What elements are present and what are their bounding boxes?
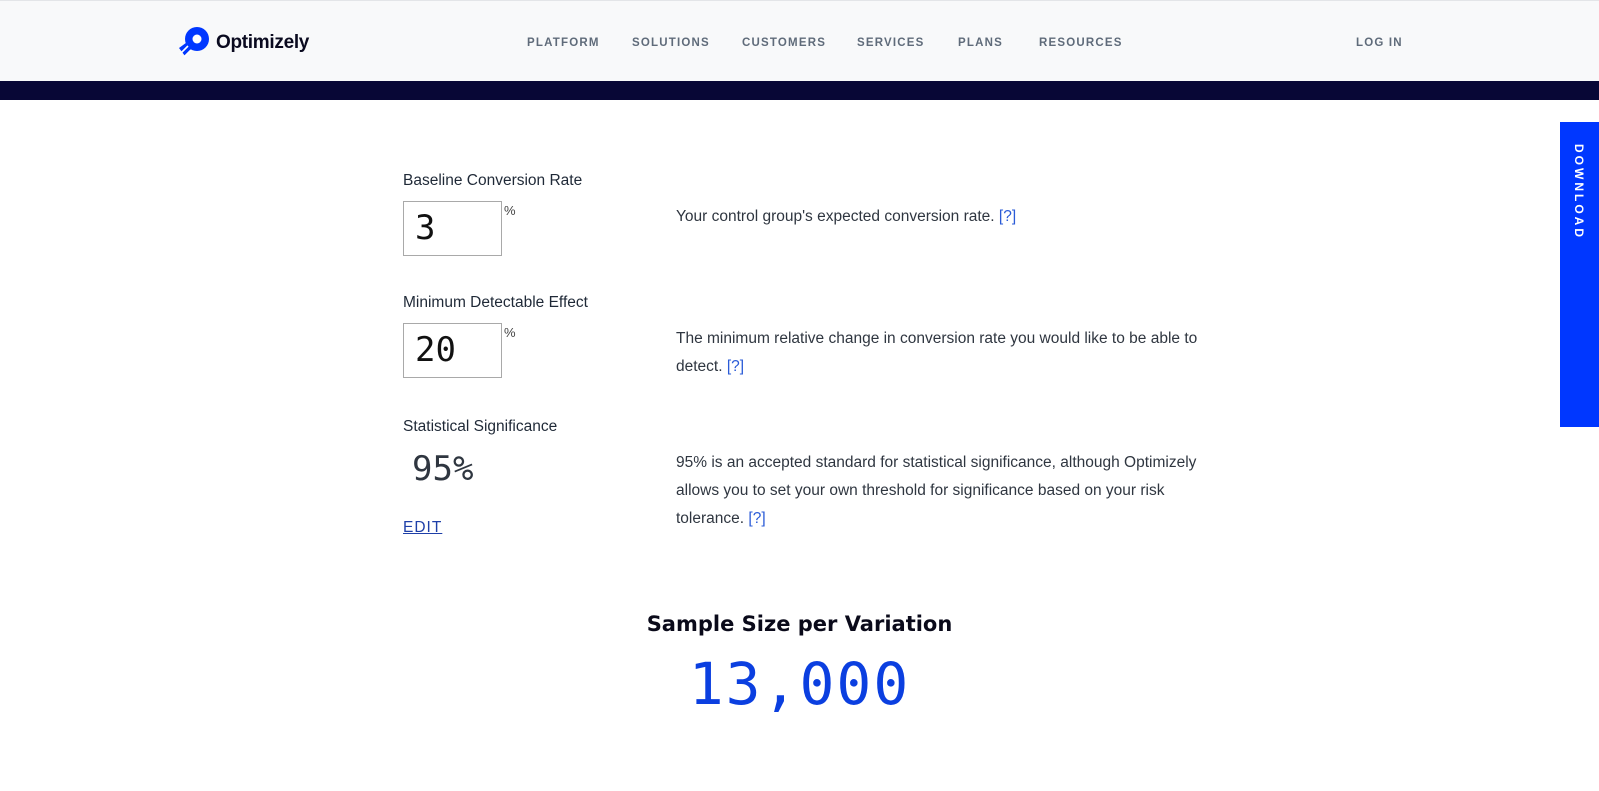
baseline-unit: %	[504, 203, 516, 218]
nav-solutions[interactable]: SOLUTIONS	[632, 37, 710, 49]
mde-label: Minimum Detectable Effect	[403, 294, 588, 311]
baseline-label: Baseline Conversion Rate	[403, 172, 583, 189]
download-tab-label: DOWNLOAD	[1572, 144, 1586, 240]
mde-unit: %	[504, 325, 516, 340]
sample-size-title: Sample Size per Variation	[646, 612, 953, 636]
baseline-description: Your control group's expected conversion…	[676, 203, 1201, 231]
nav-services[interactable]: SERVICES	[857, 37, 925, 49]
download-tab[interactable]: DOWNLOAD	[1560, 122, 1599, 427]
top-navigation-bar: Optimizely PLATFORM SOLUTIONS CUSTOMERS …	[0, 0, 1599, 81]
sample-size-value: 13,000	[688, 650, 911, 718]
mde-description-text: The minimum relative change in conversio…	[676, 330, 1198, 375]
mde-help-link[interactable]: [?]	[727, 358, 744, 375]
header-accent-band	[0, 81, 1599, 100]
nav-plans[interactable]: PLANS	[958, 37, 1003, 49]
brand-logo[interactable]: Optimizely	[176, 26, 309, 60]
nav-customers[interactable]: CUSTOMERS	[742, 37, 826, 49]
brand-name: Optimizely	[216, 32, 310, 53]
significance-edit-link[interactable]: EDIT	[403, 519, 442, 537]
baseline-input[interactable]: 3	[403, 201, 502, 256]
baseline-description-text: Your control group's expected conversion…	[676, 208, 995, 225]
mde-description: The minimum relative change in conversio…	[676, 325, 1201, 381]
significance-help-link[interactable]: [?]	[748, 510, 765, 527]
mde-input[interactable]: 20	[403, 323, 502, 378]
significance-label: Statistical Significance	[403, 418, 558, 435]
significance-description: 95% is an accepted standard for statisti…	[676, 449, 1201, 533]
nav-resources[interactable]: RESOURCES	[1039, 37, 1123, 49]
login-link[interactable]: LOG IN	[1356, 37, 1403, 49]
significance-value: 95%	[412, 449, 474, 489]
optimizely-logo-icon	[179, 27, 209, 58]
nav-platform[interactable]: PLATFORM	[527, 37, 600, 49]
baseline-help-link[interactable]: [?]	[999, 208, 1016, 225]
